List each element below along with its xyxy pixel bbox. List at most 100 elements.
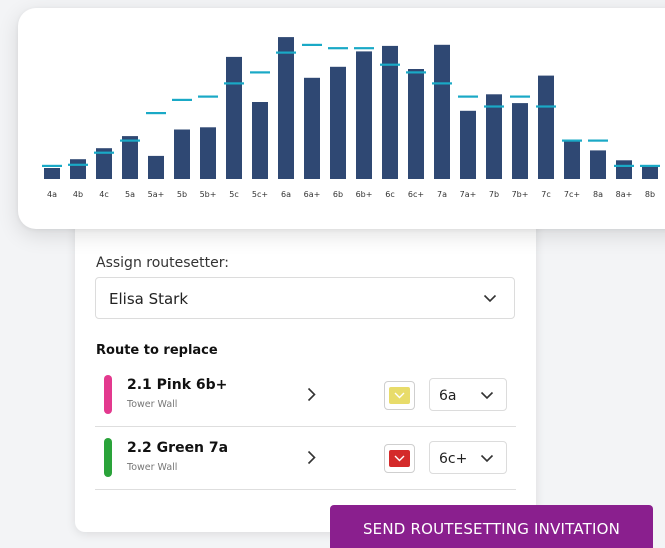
x-tick-label: 5b+	[200, 190, 217, 199]
chart-marker	[588, 139, 608, 142]
grade-value: 6a	[439, 388, 457, 404]
grade-select[interactable]: 6c+	[429, 441, 507, 474]
chart-marker	[68, 163, 88, 166]
chart-bar	[616, 160, 632, 179]
chart-marker	[94, 151, 114, 154]
x-tick-label: 8a+	[616, 190, 633, 199]
x-tick-label: 8b	[645, 190, 655, 199]
chevron-down-icon	[480, 454, 494, 463]
x-tick-label: 6b+	[356, 190, 373, 199]
chart-marker	[276, 51, 296, 54]
chart-bar	[226, 56, 242, 179]
chart-marker	[536, 105, 556, 108]
grade-select[interactable]: 6a	[429, 378, 507, 411]
chart-bar	[70, 159, 86, 179]
chart-marker	[484, 105, 504, 108]
route-name[interactable]: 2.2 Green 7a	[127, 440, 228, 456]
x-tick-label: 6c	[385, 190, 395, 199]
chart-bar	[200, 127, 216, 179]
chevron-down-icon	[480, 391, 494, 400]
chart-bar	[148, 155, 164, 179]
chart-bar	[252, 102, 268, 179]
hold-color-picker[interactable]	[384, 444, 415, 473]
chart-marker	[224, 82, 244, 85]
chart-bar	[564, 140, 580, 179]
chart-marker	[120, 139, 140, 142]
x-tick-label: 4a	[47, 190, 57, 199]
chart-bar	[590, 150, 606, 179]
chart-marker	[510, 95, 530, 98]
x-tick-label: 8a	[593, 190, 603, 199]
chart-marker	[614, 164, 634, 167]
x-tick-label: 6a	[281, 190, 291, 199]
chart-marker	[458, 95, 478, 98]
routesetter-value: Elisa Stark	[109, 290, 189, 308]
chart-bar	[356, 51, 372, 179]
chart-bar	[382, 45, 398, 180]
x-tick-label: 6b	[333, 190, 343, 199]
assign-routesetter-label: Assign routesetter:	[96, 255, 229, 271]
chevron-right-icon[interactable]	[307, 387, 316, 402]
routesetting-form: Assign routesetter: Elisa Stark Route to…	[75, 205, 536, 532]
x-tick-label: 5a+	[148, 190, 165, 199]
x-tick-label: 7b+	[512, 190, 529, 199]
chart-bar	[434, 44, 450, 179]
chart-bar	[304, 77, 320, 179]
chart-bar	[512, 103, 528, 179]
chart-marker	[354, 47, 374, 50]
chart-marker	[562, 139, 582, 142]
chart-bar	[174, 129, 190, 179]
chart-marker	[328, 47, 348, 50]
send-invitation-button[interactable]: SEND ROUTESETTING INVITATION	[330, 505, 653, 548]
x-tick-label: 7c	[541, 190, 551, 199]
routesetter-select[interactable]: Elisa Stark	[95, 277, 515, 319]
x-tick-label: 4b	[73, 190, 83, 199]
route-row: 2.1 Pink 6b+ Tower Wall 6a	[95, 365, 516, 427]
hold-color-swatch	[389, 450, 410, 467]
chart-marker	[146, 112, 166, 115]
route-color-bar	[104, 375, 112, 414]
x-tick-label: 7a+	[460, 190, 477, 199]
chevron-down-icon	[394, 392, 405, 399]
chart-bar	[460, 110, 476, 179]
chart-marker	[432, 82, 452, 85]
grade-distribution-chart: 4a 4b 4c 5a 5a+ 5b 5b+ 5c 5c+ 6a 6a+ 6b 6b+ 6c 6c+ 7a 7a…	[18, 8, 665, 229]
route-to-replace-heading: Route to replace	[96, 343, 218, 358]
route-wall: Tower Wall	[127, 399, 178, 410]
route-row: 2.2 Green 7a Tower Wall 6c+	[95, 428, 516, 490]
chart-marker	[42, 164, 62, 167]
chart-svg: 4a 4b 4c 5a 5a+ 5b 5b+ 5c 5c+ 6a 6a+ 6b 6b+ 6c 6c+ 7a 7a…	[42, 37, 660, 199]
chart-marker	[640, 164, 660, 167]
chart-marker	[302, 43, 322, 46]
chart-marker	[198, 95, 218, 98]
x-tick-label: 5c	[229, 190, 239, 199]
hold-color-swatch	[389, 387, 410, 404]
grade-value: 6c+	[439, 451, 468, 467]
chart-bar	[538, 75, 554, 179]
x-tick-label: 6c+	[408, 190, 424, 199]
route-name[interactable]: 2.1 Pink 6b+	[127, 377, 227, 393]
chart-bar	[44, 168, 60, 179]
x-tick-label: 5b	[177, 190, 187, 199]
route-color-bar	[104, 438, 112, 477]
chart-marker	[380, 63, 400, 66]
x-tick-label: 7b	[489, 190, 499, 199]
hold-color-picker[interactable]	[384, 381, 415, 410]
chevron-down-icon	[483, 294, 497, 303]
x-tick-label: 6a+	[304, 190, 321, 199]
chart-bar	[408, 69, 424, 179]
x-tick-label: 4c	[99, 190, 109, 199]
chevron-right-icon[interactable]	[307, 450, 316, 465]
x-tick-label: 7c+	[564, 190, 580, 199]
chart-marker	[250, 71, 270, 74]
chevron-down-icon	[394, 455, 405, 462]
x-tick-label: 5c+	[252, 190, 268, 199]
chart-bar	[278, 37, 294, 179]
chart-bar	[642, 166, 658, 179]
chart-bar	[122, 136, 138, 179]
route-wall: Tower Wall	[127, 462, 178, 473]
chart-marker	[406, 71, 426, 74]
x-tick-label: 7a	[437, 190, 447, 199]
x-tick-label: 5a	[125, 190, 135, 199]
chart-bar	[330, 66, 346, 179]
